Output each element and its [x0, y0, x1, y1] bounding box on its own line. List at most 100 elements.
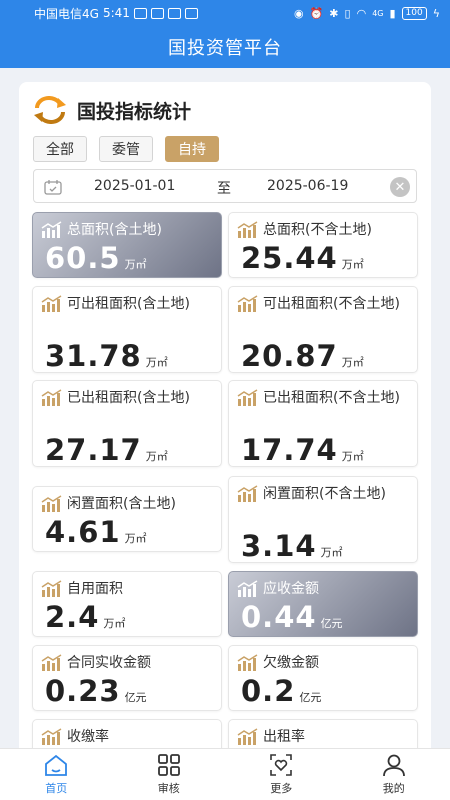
- bar-chart-icon: [237, 728, 258, 745]
- notification-icon: [133, 7, 147, 19]
- stat-tile-head: 总面积(不含土地): [237, 219, 411, 241]
- bar-chart-icon: [41, 221, 62, 238]
- stat-tile[interactable]: 已出租面积(含土地) 27.17 万㎡: [32, 380, 222, 467]
- stat-tile[interactable]: 可出租面积(不含土地) 20.87 万㎡: [228, 286, 418, 373]
- nav-home-label: 首页: [45, 782, 68, 795]
- stat-tile[interactable]: 总面积(不含土地) 25.44 万㎡: [228, 212, 418, 278]
- stat-label: 收缴率: [67, 729, 109, 745]
- filter-entrusted-button[interactable]: 委管: [99, 136, 153, 162]
- stat-tile[interactable]: 自用面积 2.4 万㎡: [32, 571, 222, 637]
- charging-icon: ϟ: [432, 6, 440, 20]
- stat-tile[interactable]: 可出租面积(含土地) 31.78 万㎡: [32, 286, 222, 373]
- date-end-field[interactable]: 2025-06-19: [267, 178, 348, 194]
- bar-chart-icon: [41, 495, 62, 512]
- nav-more[interactable]: 更多: [225, 749, 338, 800]
- status-bar: 中国电信4G 5:41 ◉ ⏰ ✱ ▯ ◠ 4G ▮ 100 ϟ: [0, 0, 450, 26]
- bar-chart-icon: [237, 580, 258, 597]
- network-tag: 4G: [372, 8, 384, 18]
- clear-date-icon[interactable]: ✕: [390, 177, 410, 197]
- stat-label: 总面积(不含土地): [263, 222, 372, 238]
- page-title: 国投资管平台: [168, 38, 282, 59]
- stat-value-row: 17.74 万㎡: [241, 433, 364, 467]
- stat-unit: 万㎡: [341, 258, 364, 271]
- filter-tabs: 全部 委管 自持: [33, 136, 219, 162]
- stat-tile[interactable]: 闲置面积(含土地) 4.61 万㎡: [32, 486, 222, 552]
- bar-chart-icon: [237, 389, 258, 406]
- stat-tile-head: 可出租面积(不含土地): [237, 293, 411, 315]
- stat-unit: 万㎡: [145, 356, 168, 369]
- bar-chart-icon: [41, 654, 62, 671]
- stat-unit: 万㎡: [341, 450, 364, 463]
- stat-value: 0.2: [241, 674, 296, 708]
- stat-value: 0.23: [45, 674, 121, 708]
- bar-chart-icon: [237, 295, 258, 312]
- wechat-icon: [150, 7, 164, 19]
- clock-text: 5:41: [102, 6, 130, 20]
- stat-unit: 万㎡: [341, 356, 364, 369]
- stat-tile-head: 应收金额: [237, 578, 411, 600]
- stat-tile[interactable]: 总面积(含土地) 60.5 万㎡: [32, 212, 222, 278]
- stat-label: 合同实收金额: [67, 655, 151, 671]
- stat-tile[interactable]: 已出租面积(不含土地) 17.74 万㎡: [228, 380, 418, 467]
- stat-value: 27.17: [45, 433, 142, 467]
- stat-tile-head: 已出租面积(含土地): [41, 387, 215, 409]
- nav-more-label: 更多: [270, 782, 293, 795]
- alarm-icon: ⏰: [309, 6, 324, 20]
- bar-chart-icon: [237, 654, 258, 671]
- stat-value-row: 0.2 亿元: [241, 674, 321, 708]
- stat-label: 可出租面积(不含土地): [263, 296, 400, 312]
- stat-value-row: 60.5 万㎡: [45, 241, 147, 275]
- stat-tile-head: 合同实收金额: [41, 652, 215, 674]
- stat-label: 欠缴金额: [263, 655, 319, 671]
- stat-value-row: 0.23 亿元: [45, 674, 147, 708]
- stat-value: 0.44: [241, 600, 317, 634]
- wifi-icon: ◠: [356, 6, 367, 20]
- filter-self-held-button[interactable]: 自持: [165, 136, 219, 162]
- bar-chart-icon: [237, 485, 258, 502]
- stat-unit: 亿元: [299, 691, 322, 704]
- stat-value: 2.4: [45, 600, 100, 634]
- nav-review[interactable]: 审核: [113, 749, 226, 800]
- stat-value: 3.14: [241, 529, 317, 563]
- stat-label: 可出租面积(含土地): [67, 296, 190, 312]
- stat-tile[interactable]: 欠缴金额 0.2 亿元: [228, 645, 418, 711]
- stat-label: 已出租面积(含土地): [67, 390, 190, 406]
- stat-unit: 万㎡: [320, 546, 343, 559]
- vibrate-icon: ▯: [344, 6, 351, 20]
- stat-value-row: 3.14 万㎡: [241, 529, 343, 563]
- filter-all-button[interactable]: 全部: [33, 136, 87, 162]
- bar-chart-icon: [41, 728, 62, 745]
- card-title: 国投指标统计: [77, 100, 192, 123]
- stat-value: 17.74: [241, 433, 338, 467]
- bluetooth-icon: ✱: [329, 6, 339, 20]
- stat-value-row: 31.78 万㎡: [45, 339, 168, 373]
- date-start-field[interactable]: 2025-01-01: [94, 178, 175, 194]
- stat-tile-head: 可出租面积(含土地): [41, 293, 215, 315]
- stat-value-row: 27.17 万㎡: [45, 433, 168, 467]
- bar-chart-icon: [41, 295, 62, 312]
- stat-tile-head: 欠缴金额: [237, 652, 411, 674]
- carrier-text: 中国电信4G: [34, 6, 99, 21]
- stat-unit: 万㎡: [145, 450, 168, 463]
- stat-tile-head: 总面积(含土地): [41, 219, 215, 241]
- calendar-icon: [44, 180, 62, 195]
- date-range-picker[interactable]: 2025-01-01 至 2025-06-19 ✕: [33, 169, 417, 203]
- stat-value-row: 4.61 万㎡: [45, 515, 147, 549]
- stat-tile[interactable]: 应收金额 0.44 亿元: [228, 571, 418, 637]
- stat-label: 闲置面积(不含土地): [263, 486, 386, 502]
- signal-icon: ▮: [389, 6, 396, 20]
- stat-value-row: 2.4 万㎡: [45, 600, 125, 634]
- nav-profile-label: 我的: [382, 782, 405, 795]
- stat-tile-head: 闲置面积(不含土地): [237, 483, 411, 505]
- stat-value: 25.44: [241, 241, 338, 275]
- stat-label: 应收金额: [263, 581, 319, 597]
- nav-profile[interactable]: 我的: [338, 749, 450, 800]
- stat-value: 20.87: [241, 339, 338, 373]
- stat-tile[interactable]: 合同实收金额 0.23 亿元: [32, 645, 222, 711]
- eye-icon: ◉: [293, 6, 304, 20]
- bottom-nav: 首页 审核 更多 我的: [0, 748, 450, 800]
- stat-value-row: 25.44 万㎡: [241, 241, 364, 275]
- nav-home[interactable]: 首页: [0, 749, 113, 800]
- stat-tile[interactable]: 闲置面积(不含土地) 3.14 万㎡: [228, 476, 418, 563]
- stat-tile-head: 收缴率: [41, 726, 215, 748]
